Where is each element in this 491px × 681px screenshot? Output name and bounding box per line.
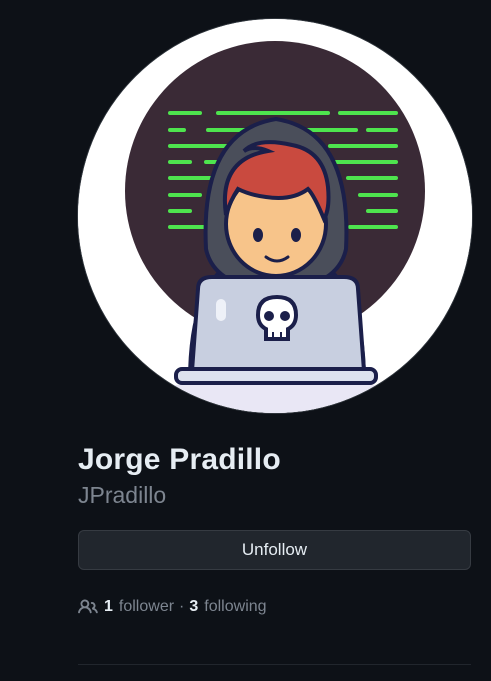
following-count: 3 — [189, 598, 199, 615]
followers-count: 1 — [104, 598, 113, 615]
following-link[interactable]: 3 following — [189, 598, 266, 616]
people-icon — [78, 597, 98, 617]
followers-link[interactable]: 1 follower — [104, 598, 174, 616]
profile-username: JPradillo — [78, 482, 167, 508]
follow-stats: 1 follower · 3 following — [78, 597, 267, 617]
stats-separator: · — [179, 598, 185, 615]
following-label: following — [204, 598, 267, 615]
followers-label: follower — [118, 598, 175, 615]
unfollow-button[interactable]: Unfollow — [78, 530, 471, 570]
profile-full-name: Jorge Pradillo — [78, 443, 281, 476]
profile-avatar[interactable] — [78, 19, 472, 413]
section-divider — [78, 664, 471, 665]
